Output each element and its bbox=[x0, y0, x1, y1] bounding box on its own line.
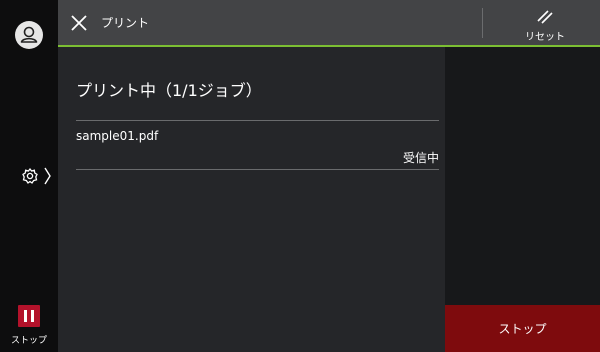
sidebar-stop-label: ストップ bbox=[10, 336, 47, 346]
gear-icon bbox=[22, 167, 51, 185]
job-file-name: sample01.pdf bbox=[76, 129, 159, 143]
job-panel: プリント中（1/1ジョブ） sample01.pdf 受信中 bbox=[58, 47, 445, 352]
reset-label: リセット bbox=[525, 32, 565, 43]
sidebar-stop-button[interactable]: ストップ bbox=[6, 305, 52, 349]
close-icon bbox=[71, 15, 87, 31]
divider bbox=[76, 120, 439, 121]
divider bbox=[76, 169, 439, 170]
stop-button[interactable]: ストップ bbox=[445, 305, 600, 352]
sidebar: ストップ bbox=[0, 0, 58, 352]
user-icon[interactable] bbox=[15, 21, 43, 49]
reset-icon bbox=[537, 10, 553, 24]
reset-button[interactable]: リセット bbox=[506, 4, 584, 44]
header-divider bbox=[482, 8, 483, 38]
settings-button[interactable] bbox=[20, 164, 52, 188]
close-button[interactable] bbox=[68, 12, 90, 34]
page-title: プリント bbox=[101, 16, 150, 30]
pause-icon bbox=[18, 305, 40, 327]
right-panel bbox=[445, 47, 600, 305]
job-status: 受信中 bbox=[402, 151, 439, 165]
job-heading: プリント中（1/1ジョブ） bbox=[76, 81, 262, 100]
header-bar: プリント リセット bbox=[58, 0, 600, 47]
